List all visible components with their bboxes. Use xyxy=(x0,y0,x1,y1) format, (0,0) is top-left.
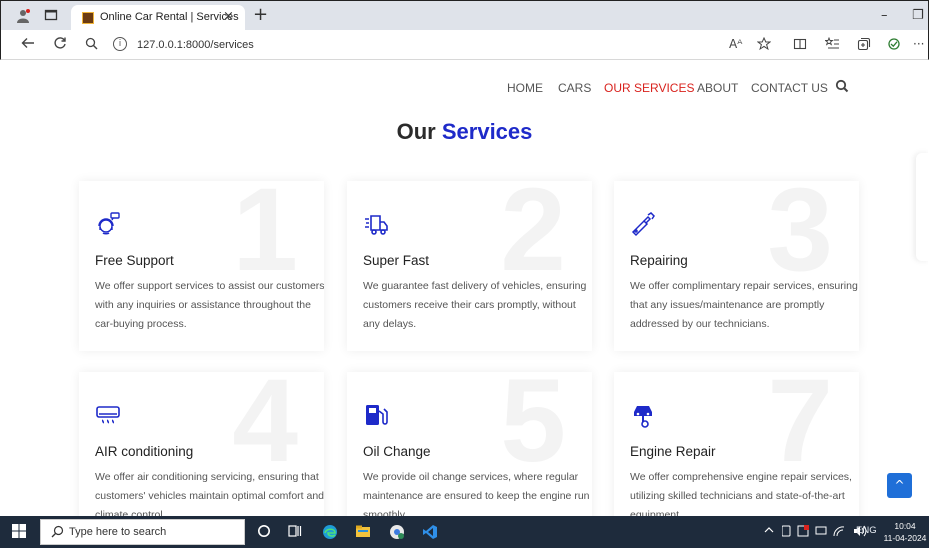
vscode-icon[interactable] xyxy=(422,524,438,540)
system-clock[interactable]: 10:04 11-04-2024 xyxy=(883,520,927,544)
page-title: Our Services xyxy=(1,119,928,145)
support-agent-icon xyxy=(98,212,120,235)
card-description: We offer air conditioning servicing, ens… xyxy=(95,471,324,516)
favorite-star-icon[interactable] xyxy=(756,36,772,54)
taskbar-search-input[interactable]: Type here to search xyxy=(40,519,245,545)
clock-time: 10:04 xyxy=(894,521,916,531)
file-explorer-icon[interactable] xyxy=(355,524,371,540)
card-title: Engine Repair xyxy=(630,444,716,459)
service-card-engine-repair[interactable]: 7 Engine Repair We offer comprehensive e… xyxy=(614,372,859,516)
tray-chevron-icon[interactable] xyxy=(764,525,774,538)
more-menu-icon[interactable]: ··· xyxy=(913,37,924,51)
restore-icon[interactable]: ❐ xyxy=(912,8,924,23)
tab-title: Online Car Rental | Services xyxy=(100,11,239,23)
task-view-icon[interactable] xyxy=(288,524,302,540)
taskbar-search-placeholder: Type here to search xyxy=(69,526,167,538)
nav-contact-us[interactable]: CONTACT US xyxy=(751,81,828,95)
tab-actions-icon[interactable] xyxy=(43,8,59,24)
browser-tab[interactable]: Online Car Rental | Services × xyxy=(71,5,245,31)
site-navbar: HOME CARS OUR SERVICES ABOUT CONTACT US xyxy=(1,61,928,115)
sidebar-handle[interactable] xyxy=(916,153,928,261)
cortana-icon[interactable] xyxy=(257,524,271,540)
url-field[interactable]: 127.0.0.1:8000/services xyxy=(137,39,254,51)
wrench-icon xyxy=(631,212,655,237)
language-indicator[interactable]: ENG xyxy=(856,525,877,536)
back-to-top-button[interactable]: ^ xyxy=(887,473,912,498)
card-title: Super Fast xyxy=(363,253,430,268)
card-number: 3 xyxy=(767,181,833,296)
new-tab-icon[interactable]: + xyxy=(253,4,268,25)
service-card-free-support[interactable]: 1 Free Support We offer support services… xyxy=(79,181,324,351)
reload-icon[interactable] xyxy=(53,36,67,54)
fuel-pump-icon xyxy=(366,405,388,425)
card-title: Oil Change xyxy=(363,444,431,459)
page-title-text: Our xyxy=(396,119,436,144)
service-card-super-fast[interactable]: 2 Super Fast We guarantee fast delivery … xyxy=(347,181,592,351)
search-page-icon[interactable] xyxy=(85,36,98,54)
search-icon xyxy=(51,525,64,538)
search-icon[interactable] xyxy=(835,79,849,93)
card-number: 1 xyxy=(232,181,298,296)
minimize-icon[interactable]: – xyxy=(881,8,888,23)
clock-date: 11-04-2024 xyxy=(883,533,927,543)
nav-our-services[interactable]: OUR SERVICES xyxy=(604,81,694,95)
card-description: We offer complimentary repair services, … xyxy=(630,280,858,330)
car-lift-icon xyxy=(634,406,652,428)
favorites-list-icon[interactable] xyxy=(824,36,840,54)
service-card-repairing[interactable]: 3 Repairing We offer complimentary repai… xyxy=(614,181,859,351)
fast-truck-icon xyxy=(365,215,388,235)
card-number: 7 xyxy=(767,372,833,487)
collections-icon[interactable] xyxy=(857,37,871,54)
card-description: We provide oil change services, where re… xyxy=(363,471,590,516)
tab-close-icon[interactable]: × xyxy=(223,9,234,24)
address-row: i 127.0.0.1:8000/services Aᴬ ··· xyxy=(0,30,929,60)
nav-home[interactable]: HOME xyxy=(507,81,543,95)
chrome-icon[interactable] xyxy=(389,524,405,540)
read-aloud-icon[interactable]: Aᴬ xyxy=(729,37,742,51)
card-number: 4 xyxy=(232,372,298,487)
extension-icon[interactable] xyxy=(887,37,901,54)
web-page: HOME CARS OUR SERVICES ABOUT CONTACT US … xyxy=(1,61,928,516)
air-conditioner-icon xyxy=(96,406,120,424)
service-card-air-conditioning[interactable]: 4 AIR conditioning We offer air conditio… xyxy=(79,372,324,516)
card-description: We guarantee fast delivery of vehicles, … xyxy=(363,280,587,330)
back-icon[interactable] xyxy=(21,36,35,54)
windows-start-icon[interactable] xyxy=(12,524,26,540)
nav-cars[interactable]: CARS xyxy=(558,81,591,95)
card-title: Free Support xyxy=(95,253,174,268)
nav-about[interactable]: ABOUT xyxy=(697,81,738,95)
profile-icon[interactable] xyxy=(15,8,31,24)
page-title-accent: Services xyxy=(441,119,533,144)
edge-browser-icon[interactable] xyxy=(322,524,338,540)
favicon-icon xyxy=(82,12,94,24)
card-description: We offer comprehensive engine repair ser… xyxy=(630,471,852,516)
card-number: 5 xyxy=(500,372,566,487)
card-number: 2 xyxy=(500,181,566,296)
card-title: Repairing xyxy=(630,253,688,268)
split-screen-icon[interactable] xyxy=(793,37,807,54)
site-info-icon[interactable]: i xyxy=(113,37,127,51)
card-description: We offer support services to assist our … xyxy=(95,280,324,330)
card-title: AIR conditioning xyxy=(95,444,194,459)
browser-title-bar: Online Car Rental | Services × + – ❐ xyxy=(0,0,929,31)
service-card-oil-change[interactable]: 5 Oil Change We provide oil change servi… xyxy=(347,372,592,516)
windows-taskbar: Type here to search ENG 10:04 11-04-2024 xyxy=(0,516,929,548)
